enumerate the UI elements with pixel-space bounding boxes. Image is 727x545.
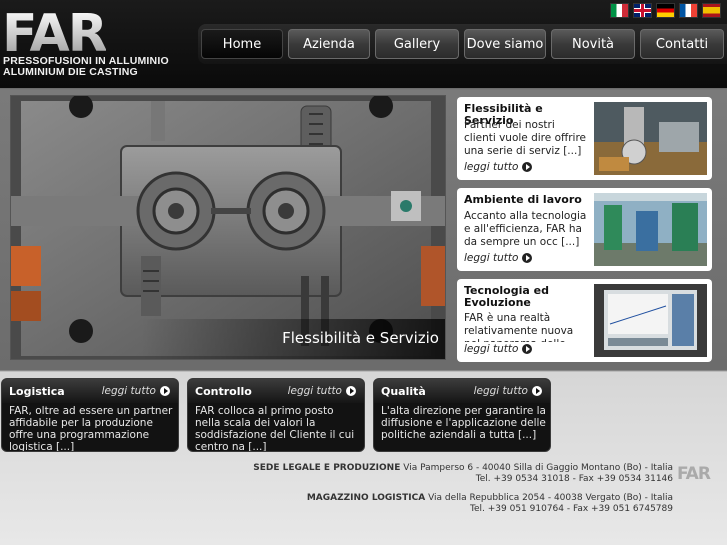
box-title: Controllo xyxy=(195,385,252,398)
far-logo[interactable]: FAR PRESSOFUSIONI IN ALLUMINIO ALUMINIUM… xyxy=(2,8,169,78)
box-text: FAR colloca al primo posto nella scala d… xyxy=(195,405,355,452)
read-more-link[interactable]: leggi tutto xyxy=(288,385,356,397)
machining-photo xyxy=(594,102,707,175)
nav-azienda[interactable]: Azienda xyxy=(288,29,370,59)
play-arrow-icon xyxy=(346,386,356,396)
read-more-label: leggi tutto xyxy=(464,161,519,173)
read-more-link[interactable]: leggi tutto xyxy=(474,385,542,397)
logo-tagline-en: ALUMINIUM DIE CASTING xyxy=(3,66,138,78)
box-logistica[interactable]: Logistica leggi tutto FAR, oltre ad esse… xyxy=(1,378,179,452)
language-switcher xyxy=(610,3,721,18)
nav-contatti[interactable]: Contatti xyxy=(640,29,724,59)
english-flag-icon[interactable] xyxy=(633,3,652,18)
card-text: FAR è una realtà relativamente nuova nel… xyxy=(464,312,574,342)
box-header: Logistica leggi tutto xyxy=(2,379,178,403)
hero-slider[interactable]: Flessibilità e Servizio xyxy=(10,95,446,360)
slider-caption-bar: Flessibilità e Servizio xyxy=(11,319,445,359)
play-arrow-icon xyxy=(522,253,533,263)
card-title: Tecnologia ed Evoluzione xyxy=(464,284,549,309)
footer-magazzino-address: Via della Repubblica 2054 - 40038 Vergat… xyxy=(428,493,673,503)
play-arrow-icon xyxy=(522,162,533,172)
nav-novita[interactable]: Novità xyxy=(551,29,635,59)
header: FAR PRESSOFUSIONI IN ALLUMINIO ALUMINIUM… xyxy=(0,0,727,88)
card-tecnologia[interactable]: Tecnologia ed Evoluzione FAR è una realt… xyxy=(457,279,712,362)
french-flag-icon[interactable] xyxy=(679,3,698,18)
logo-word: FAR xyxy=(2,4,108,64)
card-title: Ambiente di lavoro xyxy=(464,193,582,206)
footer-sede-label: SEDE LEGALE E PRODUZIONE xyxy=(253,463,401,473)
card-text: Partner dei nostri clienti vuole dire of… xyxy=(464,119,587,157)
box-title: Logistica xyxy=(9,385,65,398)
footer-magazzino: MAGAZZINO LOGISTICA Via della Repubblica… xyxy=(307,493,673,503)
box-header: Controllo leggi tutto xyxy=(188,379,364,403)
play-arrow-icon xyxy=(522,344,533,354)
spanish-flag-icon[interactable] xyxy=(702,3,721,18)
read-more-link[interactable]: leggi tutto xyxy=(464,343,533,355)
box-text: FAR, oltre ad essere un partner affidabi… xyxy=(9,405,173,452)
nav-home[interactable]: Home xyxy=(201,29,283,59)
box-controllo[interactable]: Controllo leggi tutto FAR colloca al pri… xyxy=(187,378,365,452)
read-more-link[interactable]: leggi tutto xyxy=(102,385,170,397)
footer-magazzino-label: MAGAZZINO LOGISTICA xyxy=(306,493,426,503)
box-text: L'alta direzione per garantire la diffus… xyxy=(381,405,546,441)
box-qualita[interactable]: Qualità leggi tutto L'alta direzione per… xyxy=(373,378,551,452)
footer-sede: SEDE LEGALE E PRODUZIONE Via Pamperso 6 … xyxy=(253,463,673,473)
box-title: Qualità xyxy=(381,385,426,398)
read-more-label: leggi tutto xyxy=(464,343,519,355)
footer-sede-phone: Tel. +39 0534 31018 - Fax +39 0534 31146 xyxy=(475,474,673,484)
card-flessibilita[interactable]: Flessibilità e Servizio Partner dei nost… xyxy=(457,97,712,180)
read-more-label: leggi tutto xyxy=(473,385,528,397)
footer-magazzino-phone: Tel. +39 051 910764 - Fax +39 051 674578… xyxy=(470,504,673,514)
nav-gallery[interactable]: Gallery xyxy=(375,29,459,59)
slider-caption: Flessibilità e Servizio xyxy=(282,329,439,347)
main-navigation: Home Azienda Gallery Dove siamo Novità C… xyxy=(198,24,727,64)
control-screen-photo xyxy=(594,284,707,357)
play-arrow-icon xyxy=(160,386,170,396)
read-more-link[interactable]: leggi tutto xyxy=(464,252,533,264)
card-ambiente[interactable]: Ambiente di lavoro Accanto alla tecnolog… xyxy=(457,188,712,271)
card-text: Accanto alla tecnologia e all'efficienza… xyxy=(464,210,587,248)
box-header: Qualità leggi tutto xyxy=(374,379,550,403)
read-more-label: leggi tutto xyxy=(101,385,156,397)
read-more-label: leggi tutto xyxy=(287,385,342,397)
factory-floor-photo xyxy=(594,193,707,266)
nav-dove-siamo[interactable]: Dove siamo xyxy=(464,29,546,59)
footer-logo: FAR xyxy=(677,464,711,484)
german-flag-icon[interactable] xyxy=(656,3,675,18)
play-arrow-icon xyxy=(532,386,542,396)
read-more-label: leggi tutto xyxy=(464,252,519,264)
footer-sede-address: Via Pamperso 6 - 40040 Silla di Gaggio M… xyxy=(403,463,673,473)
italian-flag-icon[interactable] xyxy=(610,3,629,18)
read-more-link[interactable]: leggi tutto xyxy=(464,161,533,173)
